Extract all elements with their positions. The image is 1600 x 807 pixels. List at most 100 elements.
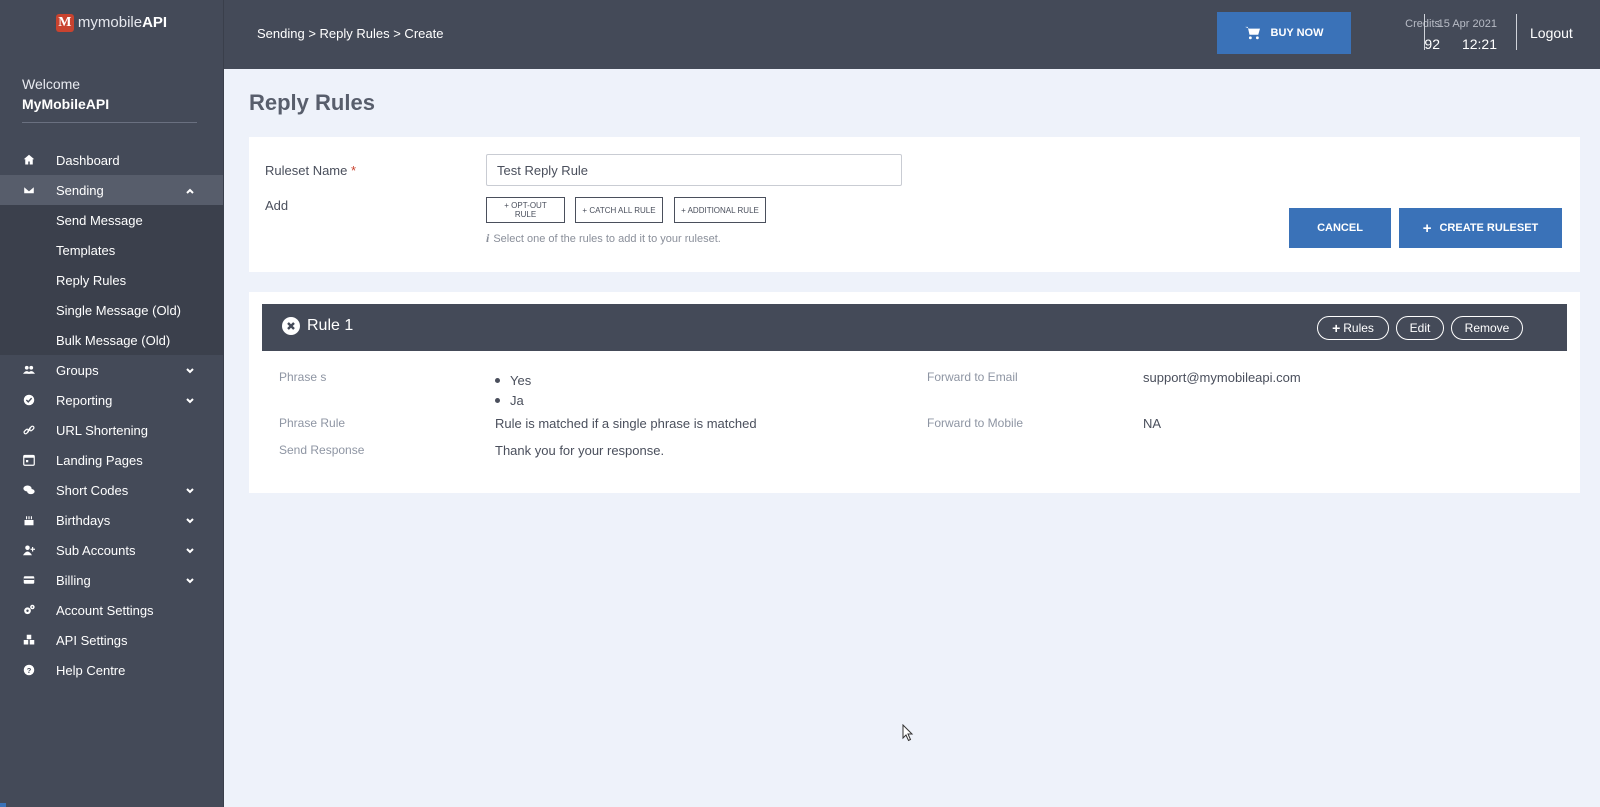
info-icon: i: [486, 231, 490, 245]
sidebar-item-short-codes[interactable]: Short Codes: [0, 475, 223, 505]
sidebar-item-birthdays[interactable]: Birthdays: [0, 505, 223, 535]
sidebar-item-label: Help Centre: [56, 662, 126, 678]
sidebar-nav: Dashboard Sending Send Message Templates…: [0, 145, 223, 685]
ruleset-name-label: Ruleset Name *: [265, 163, 356, 178]
calendar-icon: [22, 453, 36, 467]
sidebar-item-landing-pages[interactable]: Landing Pages: [0, 445, 223, 475]
edit-rule-button[interactable]: Edit: [1396, 316, 1444, 340]
home-icon: [22, 153, 36, 167]
bottom-accent: [0, 803, 6, 807]
sidebar-item-reporting[interactable]: Reporting: [0, 385, 223, 415]
buy-now-button[interactable]: BUY NOW: [1217, 12, 1351, 54]
check-circle-icon: [22, 393, 36, 407]
credits-value: 92: [1424, 36, 1440, 52]
cancel-button[interactable]: CANCEL: [1289, 208, 1391, 248]
logo-text: mymobileAPI: [78, 14, 167, 31]
sidebar-subitem-templates[interactable]: Templates: [0, 235, 223, 265]
add-rules-label: Rules: [1343, 321, 1374, 335]
sidebar-item-billing[interactable]: Billing: [0, 565, 223, 595]
buy-now-label: BUY NOW: [1270, 27, 1324, 39]
sidebar-subitem-reply-rules[interactable]: Reply Rules: [0, 265, 223, 295]
cogs-icon: [22, 603, 36, 617]
sidebar-item-label: Dashboard: [56, 152, 120, 168]
cubes-icon: [22, 633, 36, 647]
link-icon: [22, 423, 36, 437]
question-circle-icon: ?: [22, 663, 36, 677]
opt-out-rule-button[interactable]: + OPT-OUT RULE: [486, 197, 565, 223]
sidebar-item-sub-accounts[interactable]: Sub Accounts: [0, 535, 223, 565]
topbar-divider: [1424, 14, 1425, 50]
create-ruleset-button[interactable]: + CREATE RULESET: [1399, 208, 1562, 248]
sidebar-item-label: Billing: [56, 572, 91, 588]
chevron-down-icon: [185, 484, 195, 494]
forward-mobile-value: NA: [1143, 416, 1162, 431]
logo-mark-icon: M: [55, 14, 74, 32]
phrase-rule-value: Rule is matched if a single phrase is ma…: [495, 416, 757, 431]
send-response-label: Send Response: [279, 443, 365, 457]
sidebar-item-api-settings[interactable]: API Settings: [0, 625, 223, 655]
create-ruleset-label: CREATE RULESET: [1439, 222, 1539, 234]
users-icon: [22, 363, 36, 377]
sidebar-item-label: Sending: [56, 182, 104, 198]
logo-prefix: mymobile: [77, 14, 143, 31]
chevron-down-icon: [185, 394, 195, 404]
welcome-block: Welcome MyMobileAPI: [0, 64, 223, 133]
send-response-value: Thank you for your response.: [495, 443, 665, 458]
phrase-item: Yes: [495, 370, 531, 390]
datetime-block: 15 Apr 2021 12:21: [1429, 18, 1497, 52]
rule-hint: i Select one of the rules to add it to y…: [486, 231, 721, 246]
sidebar-item-label: Landing Pages: [56, 452, 143, 468]
sidebar-item-sending[interactable]: Sending: [0, 175, 223, 205]
mouse-cursor-icon: [902, 724, 914, 742]
page-title: Reply Rules: [249, 90, 375, 115]
phrase-list: Yes Ja: [495, 370, 531, 410]
topbar-divider: [1516, 14, 1517, 50]
envelope-icon: [22, 183, 36, 197]
sidebar-subitem-bulk-message-old[interactable]: Bulk Message (Old): [0, 325, 223, 355]
rule-card: Rule 1 + Rules Edit Remove Phrase s Yes …: [249, 292, 1580, 493]
ruleset-name-label-text: Ruleset Name: [265, 163, 348, 178]
chevron-up-icon: [185, 184, 195, 194]
sidebar-item-groups[interactable]: Groups: [0, 355, 223, 385]
credit-card-icon: [22, 573, 36, 587]
sidebar-subitem-single-message-old[interactable]: Single Message (Old): [0, 295, 223, 325]
credits-label: Credits: [1405, 18, 1440, 30]
add-rules-button[interactable]: + Rules: [1317, 316, 1389, 340]
logout-link[interactable]: Logout: [1530, 25, 1573, 41]
chevron-down-icon: [185, 574, 195, 584]
sidebar-item-label: Groups: [56, 362, 99, 378]
ruleset-form-card: Ruleset Name * Add + OPT-OUT RULE + CATC…: [249, 137, 1580, 272]
welcome-label: Welcome: [22, 76, 81, 92]
additional-rule-button[interactable]: + ADDITIONAL RULE: [674, 197, 766, 223]
chevron-down-icon: [185, 514, 195, 524]
logo-suffix: API: [142, 14, 168, 31]
sidebar-item-label: Birthdays: [56, 512, 111, 528]
svg-text:?: ?: [27, 666, 32, 675]
sidebar-item-dashboard[interactable]: Dashboard: [0, 145, 223, 175]
plus-icon: +: [1332, 320, 1341, 336]
logo[interactable]: M mymobileAPI: [0, 0, 223, 64]
forward-email-label: Forward to Email: [927, 370, 1018, 384]
chevron-down-icon: [185, 364, 195, 374]
breadcrumb[interactable]: Sending > Reply Rules > Create: [257, 26, 443, 41]
sidebar-item-label: API Settings: [56, 632, 128, 648]
welcome-username: MyMobileAPI: [22, 96, 110, 112]
sidebar-item-label: URL Shortening: [56, 422, 149, 438]
date-label: 15 Apr 2021: [1437, 18, 1497, 30]
topbar: Sending > Reply Rules > Create BUY NOW C…: [224, 0, 1600, 69]
ruleset-name-input[interactable]: [486, 154, 902, 186]
rule-header: Rule 1 + Rules Edit Remove: [262, 304, 1567, 351]
time-value: 12:21: [1461, 36, 1497, 52]
rule-hint-text: Select one of the rules to add it to you…: [493, 232, 721, 245]
close-circle-icon[interactable]: [282, 317, 300, 335]
cake-icon: [22, 513, 36, 527]
chevron-down-icon: [185, 544, 195, 554]
catch-all-rule-button[interactable]: + CATCH ALL RULE: [575, 197, 663, 223]
sidebar-item-help-centre[interactable]: ? Help Centre: [0, 655, 223, 685]
phrases-label: Phrase s: [279, 370, 327, 384]
phrase-item: Ja: [495, 390, 531, 410]
sidebar-item-url-shortening[interactable]: URL Shortening: [0, 415, 223, 445]
sidebar-subitem-send-message[interactable]: Send Message: [0, 205, 223, 235]
sidebar-item-account-settings[interactable]: Account Settings: [0, 595, 223, 625]
remove-rule-button[interactable]: Remove: [1451, 316, 1523, 340]
